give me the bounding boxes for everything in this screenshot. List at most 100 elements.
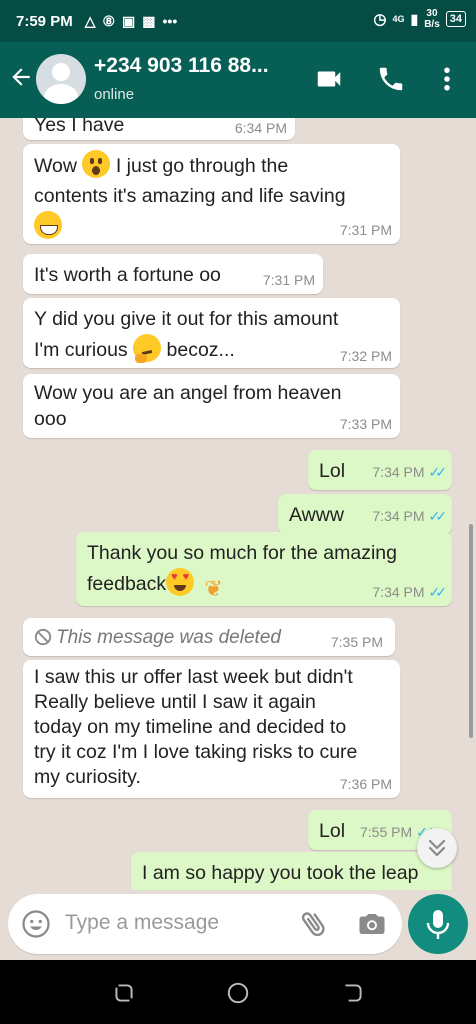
message-text: Yes I have bbox=[34, 118, 125, 136]
message-meta: 7:34 PM ✓✓ bbox=[372, 584, 447, 600]
heart-eyes-emoji-icon bbox=[166, 568, 195, 596]
message-text: Awww bbox=[289, 504, 344, 526]
message-meta: 7:34 PM ✓✓ bbox=[372, 508, 448, 524]
message-text-block: Wow you are an angel from heaven ooo bbox=[34, 380, 342, 432]
message-text-block: Wow I just go through the contents it's … bbox=[34, 150, 346, 242]
message-time: 7:34 PM bbox=[372, 464, 425, 480]
message-line: Really believe until I saw it again bbox=[34, 691, 316, 713]
emoji-icon[interactable] bbox=[21, 909, 51, 944]
status-time: 7:59 PM bbox=[16, 12, 73, 30]
message-composer[interactable]: Type a message bbox=[8, 894, 402, 954]
message-time: 7:33 PM bbox=[339, 416, 392, 432]
more-dots-icon: ••• bbox=[162, 13, 178, 29]
message-bubble-incoming[interactable]: It's worth a fortune oo 7:31 PM bbox=[23, 254, 323, 294]
message-line: today on my timeline and decided to bbox=[34, 716, 347, 738]
voice-record-button[interactable] bbox=[408, 894, 468, 954]
signal-icon: ▮ bbox=[410, 10, 419, 27]
message-text: Y did you give it out for this amount bbox=[34, 308, 339, 330]
overflow-menu-icon[interactable] bbox=[436, 64, 458, 99]
message-time: 7:36 PM bbox=[339, 776, 392, 792]
network-label: 4G bbox=[392, 14, 405, 24]
message-bubble-incoming[interactable]: Wow you are an angel from heaven ooo 7:3… bbox=[23, 374, 400, 438]
voice-call-icon[interactable] bbox=[376, 64, 406, 99]
message-bubble-incoming[interactable]: Wow I just go through the contents it's … bbox=[23, 144, 400, 244]
message-text: Wow you are an angel from heaven bbox=[34, 382, 342, 404]
message-time: 7:32 PM bbox=[339, 348, 392, 364]
message-bubble-deleted[interactable]: This message was deleted 7:35 PM bbox=[23, 618, 395, 656]
message-text: I'm curious bbox=[34, 339, 128, 361]
data-speed: 30 B/s bbox=[424, 8, 440, 30]
recent-apps-icon[interactable] bbox=[111, 980, 137, 1006]
microphone-icon bbox=[426, 910, 450, 939]
data-speed-value: 30 bbox=[426, 8, 438, 19]
message-bubble-outgoing[interactable]: Awww 7:34 PM ✓✓ bbox=[278, 494, 452, 534]
message-text: ooo bbox=[34, 408, 67, 430]
message-bubble-outgoing[interactable]: Lol 7:34 PM ✓✓ bbox=[308, 450, 452, 490]
system-nav-bar bbox=[0, 960, 476, 1024]
message-text: It's worth a fortune oo bbox=[34, 264, 221, 286]
camera-icon[interactable] bbox=[357, 909, 387, 944]
message-time: 7:31 PM bbox=[262, 272, 315, 288]
data-speed-unit: B/s bbox=[424, 19, 440, 30]
back-arrow-icon[interactable] bbox=[8, 64, 34, 94]
message-text: I am so happy you took the leap bbox=[142, 862, 419, 884]
deleted-ban-icon bbox=[34, 625, 52, 655]
back-nav-icon[interactable] bbox=[340, 980, 366, 1006]
message-text-block: I saw this ur offer last week but didn't… bbox=[34, 665, 357, 790]
avatar-body bbox=[44, 84, 78, 104]
battery-icon: 34 bbox=[445, 11, 466, 27]
double-chevron-down-icon bbox=[428, 839, 446, 857]
photo-icon: ▣ bbox=[122, 12, 136, 29]
message-time: 7:31 PM bbox=[339, 222, 392, 238]
download-icon: ▩ bbox=[142, 12, 156, 29]
message-text: contents it's amazing and life saving bbox=[34, 185, 346, 207]
contact-status: online bbox=[94, 86, 135, 103]
message-text-block: Thank you so much for the amazing feedba… bbox=[87, 538, 397, 603]
warning-icon: △ bbox=[84, 12, 96, 29]
video-call-icon[interactable] bbox=[314, 64, 344, 99]
message-meta: 7:34 PM ✓✓ bbox=[372, 464, 448, 480]
deleted-message-text: This message was deleted bbox=[56, 627, 281, 648]
message-text: Thank you so much for the amazing bbox=[87, 542, 397, 564]
thinking-emoji-icon bbox=[133, 334, 162, 363]
message-bubble-incoming[interactable]: I saw this ur offer last week but didn't… bbox=[23, 660, 400, 798]
grinning-emoji-icon bbox=[34, 211, 62, 239]
message-text: Lol bbox=[319, 460, 346, 482]
alarm-icon: ◷ bbox=[373, 11, 387, 28]
message-text: Lol bbox=[319, 820, 346, 842]
avatar-head bbox=[52, 63, 70, 81]
read-receipt-icon: ✓✓ bbox=[428, 508, 448, 524]
message-time: 6:34 PM bbox=[234, 120, 287, 136]
notification-icons: △ ⑧ ▣ ▩ ••• bbox=[85, 13, 178, 30]
read-receipt-icon: ✓✓ bbox=[428, 464, 448, 480]
home-icon[interactable] bbox=[225, 980, 251, 1006]
chat-header: +234 903 116 88... online bbox=[0, 42, 476, 118]
contact-avatar[interactable] bbox=[36, 54, 86, 104]
message-time: 7:34 PM bbox=[372, 584, 425, 600]
message-line: my curiosity. bbox=[34, 766, 141, 788]
message-text: Wow bbox=[34, 155, 77, 177]
message-time: 7:34 PM bbox=[372, 508, 425, 524]
message-text: I just go through the bbox=[115, 155, 289, 177]
astonished-emoji-icon bbox=[82, 150, 111, 178]
message-text: becoz... bbox=[166, 339, 235, 361]
message-input[interactable]: Type a message bbox=[65, 911, 219, 935]
message-time: 7:35 PM bbox=[330, 634, 383, 650]
message-line: try it coz I'm I love taking risks to cu… bbox=[34, 741, 358, 763]
chat-area[interactable]: Yes I have 6:34 PM Wow I just go through… bbox=[0, 118, 476, 890]
number8-icon: ⑧ bbox=[102, 12, 116, 29]
message-text-block: Y did you give it out for this amount I'… bbox=[34, 304, 338, 365]
message-bubble-incoming[interactable]: Yes I have 6:34 PM bbox=[23, 118, 295, 140]
contact-name[interactable]: +234 903 116 88... bbox=[94, 54, 269, 78]
scrollbar-thumb[interactable] bbox=[469, 524, 473, 738]
message-bubble-outgoing[interactable]: I am so happy you took the leap bbox=[131, 852, 452, 890]
message-bubble-outgoing[interactable]: Thank you so much for the amazing feedba… bbox=[76, 532, 452, 606]
message-bubble-incoming[interactable]: Y did you give it out for this amount I'… bbox=[23, 298, 400, 368]
scroll-down-button[interactable] bbox=[417, 828, 457, 868]
message-text: feedback bbox=[87, 573, 167, 595]
attach-icon[interactable] bbox=[298, 908, 330, 945]
message-time: 7:55 PM bbox=[360, 824, 413, 840]
deleted-message-block: This message was deleted bbox=[34, 622, 281, 655]
message-line: I saw this ur offer last week but didn't bbox=[34, 666, 353, 688]
folded-hands-emoji-icon: ❦ bbox=[204, 576, 223, 601]
